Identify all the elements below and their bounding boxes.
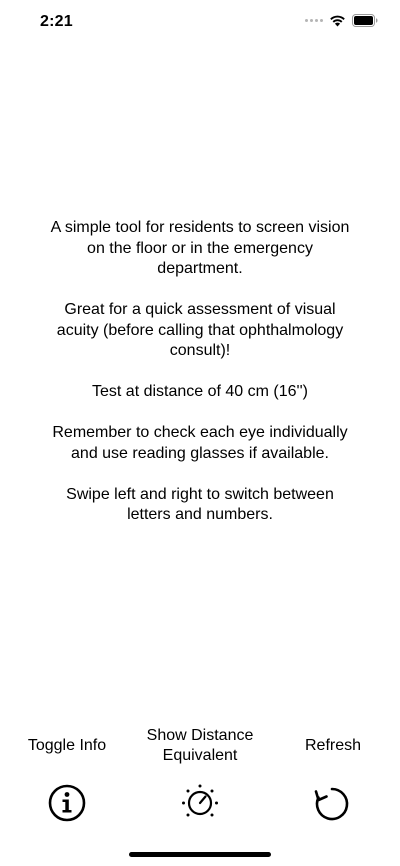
app-screen: 2:21 A simple tool for residents to scre… <box>0 0 400 866</box>
info-text: A simple tool for residents to screen vi… <box>50 218 350 526</box>
toggle-info-button[interactable]: Toggle Info <box>17 736 117 756</box>
dial-icon[interactable] <box>180 782 220 822</box>
status-icons <box>305 14 378 27</box>
info-paragraph-swipe: Swipe left and right to switch between l… <box>66 485 334 524</box>
info-paragraph-assessment: Great for a quick assessment of visual a… <box>56 301 344 359</box>
show-distance-label-line1: Show Distance <box>146 727 254 744</box>
wifi-icon <box>330 15 345 27</box>
info-icon[interactable] <box>47 783 87 823</box>
show-distance-equivalent-button[interactable]: Show Distance Equivalent <box>135 726 265 766</box>
status-bar: 2:21 <box>0 0 400 44</box>
cellular-dots-icon <box>305 19 323 22</box>
info-paragraph-each-eye: Remember to check each eye individually … <box>52 424 348 462</box>
show-distance-label-line2: Equivalent <box>162 747 238 764</box>
home-indicator[interactable] <box>129 852 271 857</box>
info-paragraph-distance: Test at distance of 40 cm (16'') <box>92 383 308 400</box>
refresh-button[interactable]: Refresh <box>288 736 378 756</box>
status-time: 2:21 <box>40 13 73 30</box>
info-paragraph-intro: A simple tool for residents to screen vi… <box>50 219 350 277</box>
refresh-icon[interactable] <box>312 783 352 823</box>
battery-icon <box>352 14 378 27</box>
